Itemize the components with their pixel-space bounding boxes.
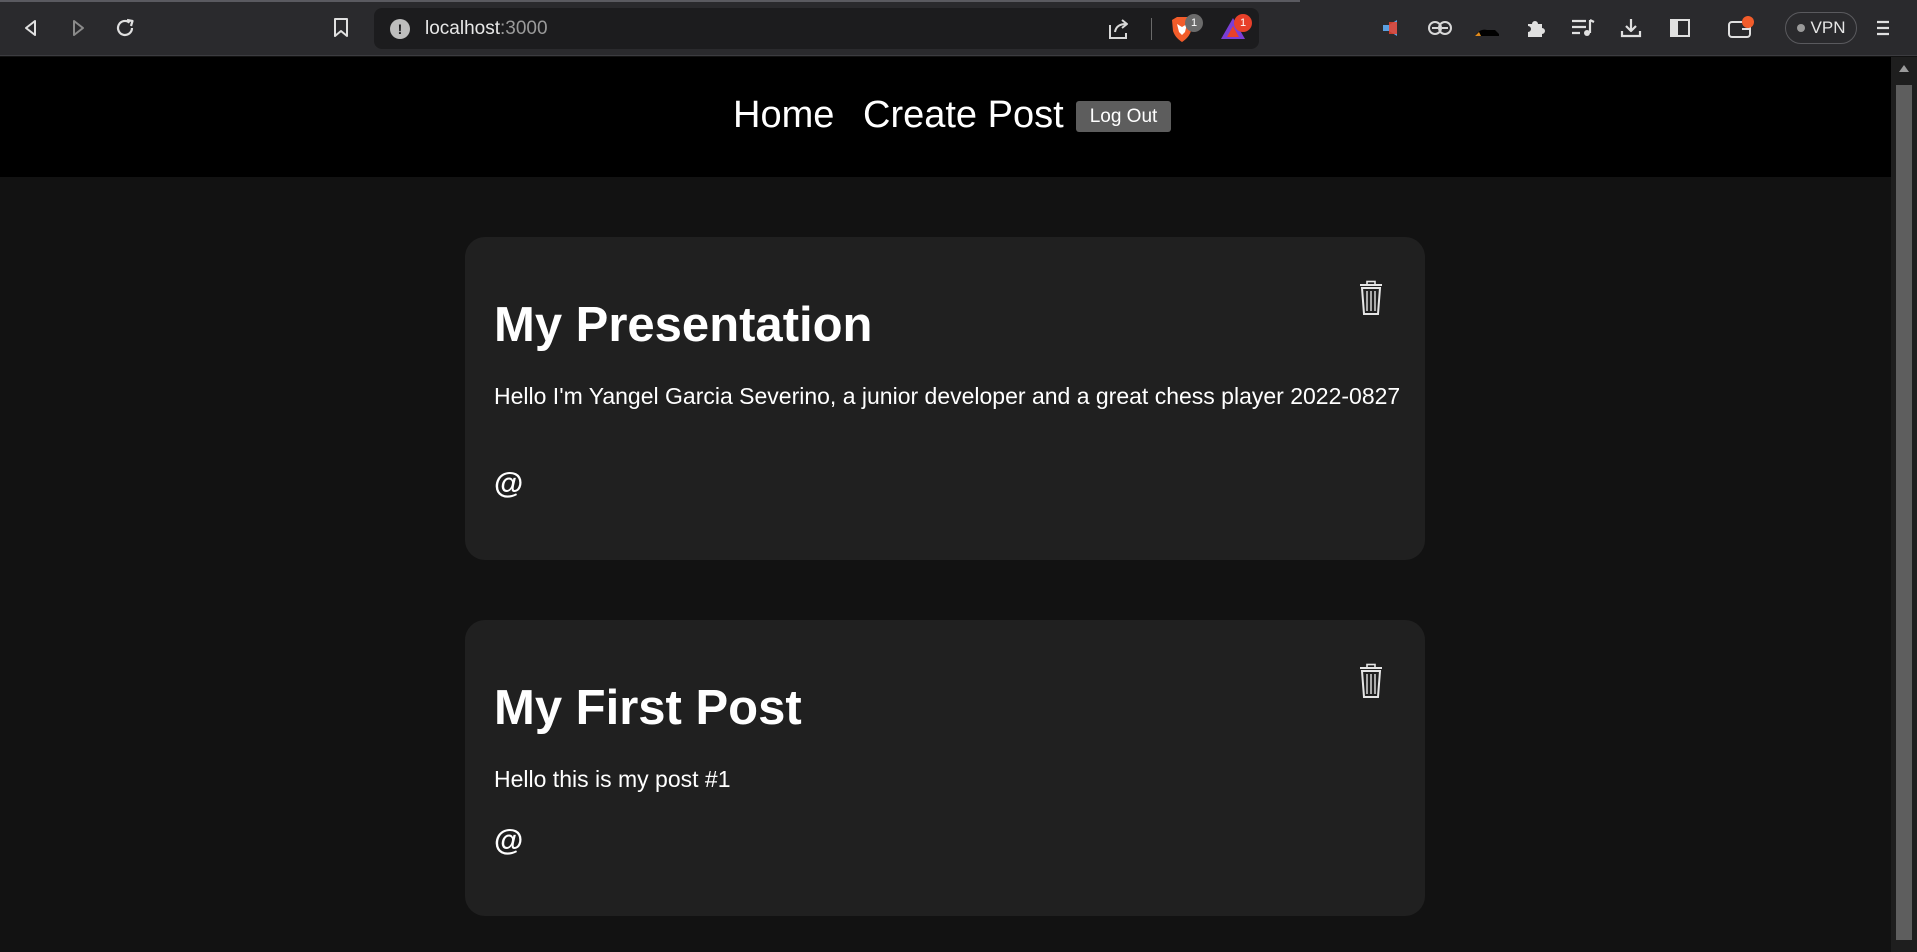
vpn-status-dot [1796, 24, 1805, 32]
tab-strip-edge [0, 0, 1300, 2]
url-host: localhost [425, 18, 500, 39]
post-title: My Presentation [494, 298, 873, 352]
vpn-label: VPN [1810, 18, 1846, 37]
playlist-icon [1572, 19, 1595, 36]
reload-button[interactable] [108, 12, 142, 44]
trash-icon [1360, 280, 1382, 315]
share-icon[interactable] [1106, 16, 1132, 47]
back-icon [25, 20, 36, 36]
extension-button[interactable] [1470, 12, 1504, 44]
scroll-up-arrow-icon[interactable] [1899, 65, 1909, 72]
delete-post-button[interactable] [1353, 277, 1389, 319]
brave-shields-icon[interactable]: 1 [1167, 14, 1203, 49]
post-card: My Presentation Hello I'm Yangel Garcia … [465, 237, 1425, 560]
post-body: Hello this is my post #1 [494, 766, 731, 792]
browser-toolbar: ! localhost:3000 1 1 VPN [0, 0, 1917, 56]
delete-post-button[interactable] [1353, 660, 1389, 702]
url-text[interactable]: localhost:3000 [425, 8, 548, 49]
navbar: Home Create Post Log Out [0, 57, 1891, 177]
page-scrollbar[interactable] [1891, 57, 1917, 952]
wallet-button[interactable] [1724, 12, 1758, 44]
brave-rewards-icon[interactable]: 1 [1218, 14, 1252, 49]
vpn-button[interactable]: VPN [1785, 12, 1857, 44]
forward-button[interactable] [61, 12, 95, 44]
post-author: @ [494, 824, 524, 857]
address-bar[interactable]: ! localhost:3000 1 1 [374, 8, 1259, 49]
bookmark-icon [334, 18, 348, 37]
url-port: :3000 [500, 18, 548, 39]
menu-icon [1877, 20, 1889, 36]
scrollbar-thumb[interactable] [1896, 85, 1912, 940]
post-card: My First Post Hello this is my post #1 @ [465, 620, 1425, 916]
post-body: Hello I'm Yangel Garcia Severino, a juni… [494, 383, 1401, 409]
extension-button[interactable] [1423, 12, 1457, 44]
info-icon[interactable]: ! [390, 19, 410, 39]
page-viewport: Home Create Post Log Out My Presentation… [0, 57, 1891, 952]
back-button[interactable] [14, 12, 48, 44]
sidebar-button[interactable] [1663, 12, 1697, 44]
puzzle-icon [1528, 21, 1545, 37]
forward-icon [73, 20, 84, 36]
sidebar-icon [1670, 19, 1690, 37]
reload-icon [116, 18, 134, 37]
nav-create-post-link[interactable]: Create Post [863, 93, 1064, 137]
download-icon [1620, 19, 1642, 38]
browser-menu-button[interactable] [1866, 12, 1900, 44]
nav-home-link[interactable]: Home [733, 93, 834, 137]
extension-icon [1383, 20, 1397, 36]
rewards-count-badge: 1 [1234, 14, 1252, 32]
post-title: My First Post [494, 681, 802, 735]
logout-button[interactable]: Log Out [1076, 101, 1171, 132]
extension-button[interactable] [1376, 12, 1410, 44]
wallet-icon [1728, 16, 1754, 38]
extensions-menu-button[interactable] [1519, 12, 1553, 44]
bookmark-button[interactable] [324, 12, 358, 44]
extension-icon [1475, 29, 1499, 36]
trash-icon [1360, 663, 1382, 698]
post-author: @ [494, 467, 524, 500]
downloads-button[interactable] [1614, 12, 1648, 44]
divider [1151, 18, 1152, 40]
playlist-button[interactable] [1566, 12, 1600, 44]
extension-icon [1428, 21, 1452, 35]
shields-count-badge: 1 [1185, 14, 1203, 32]
